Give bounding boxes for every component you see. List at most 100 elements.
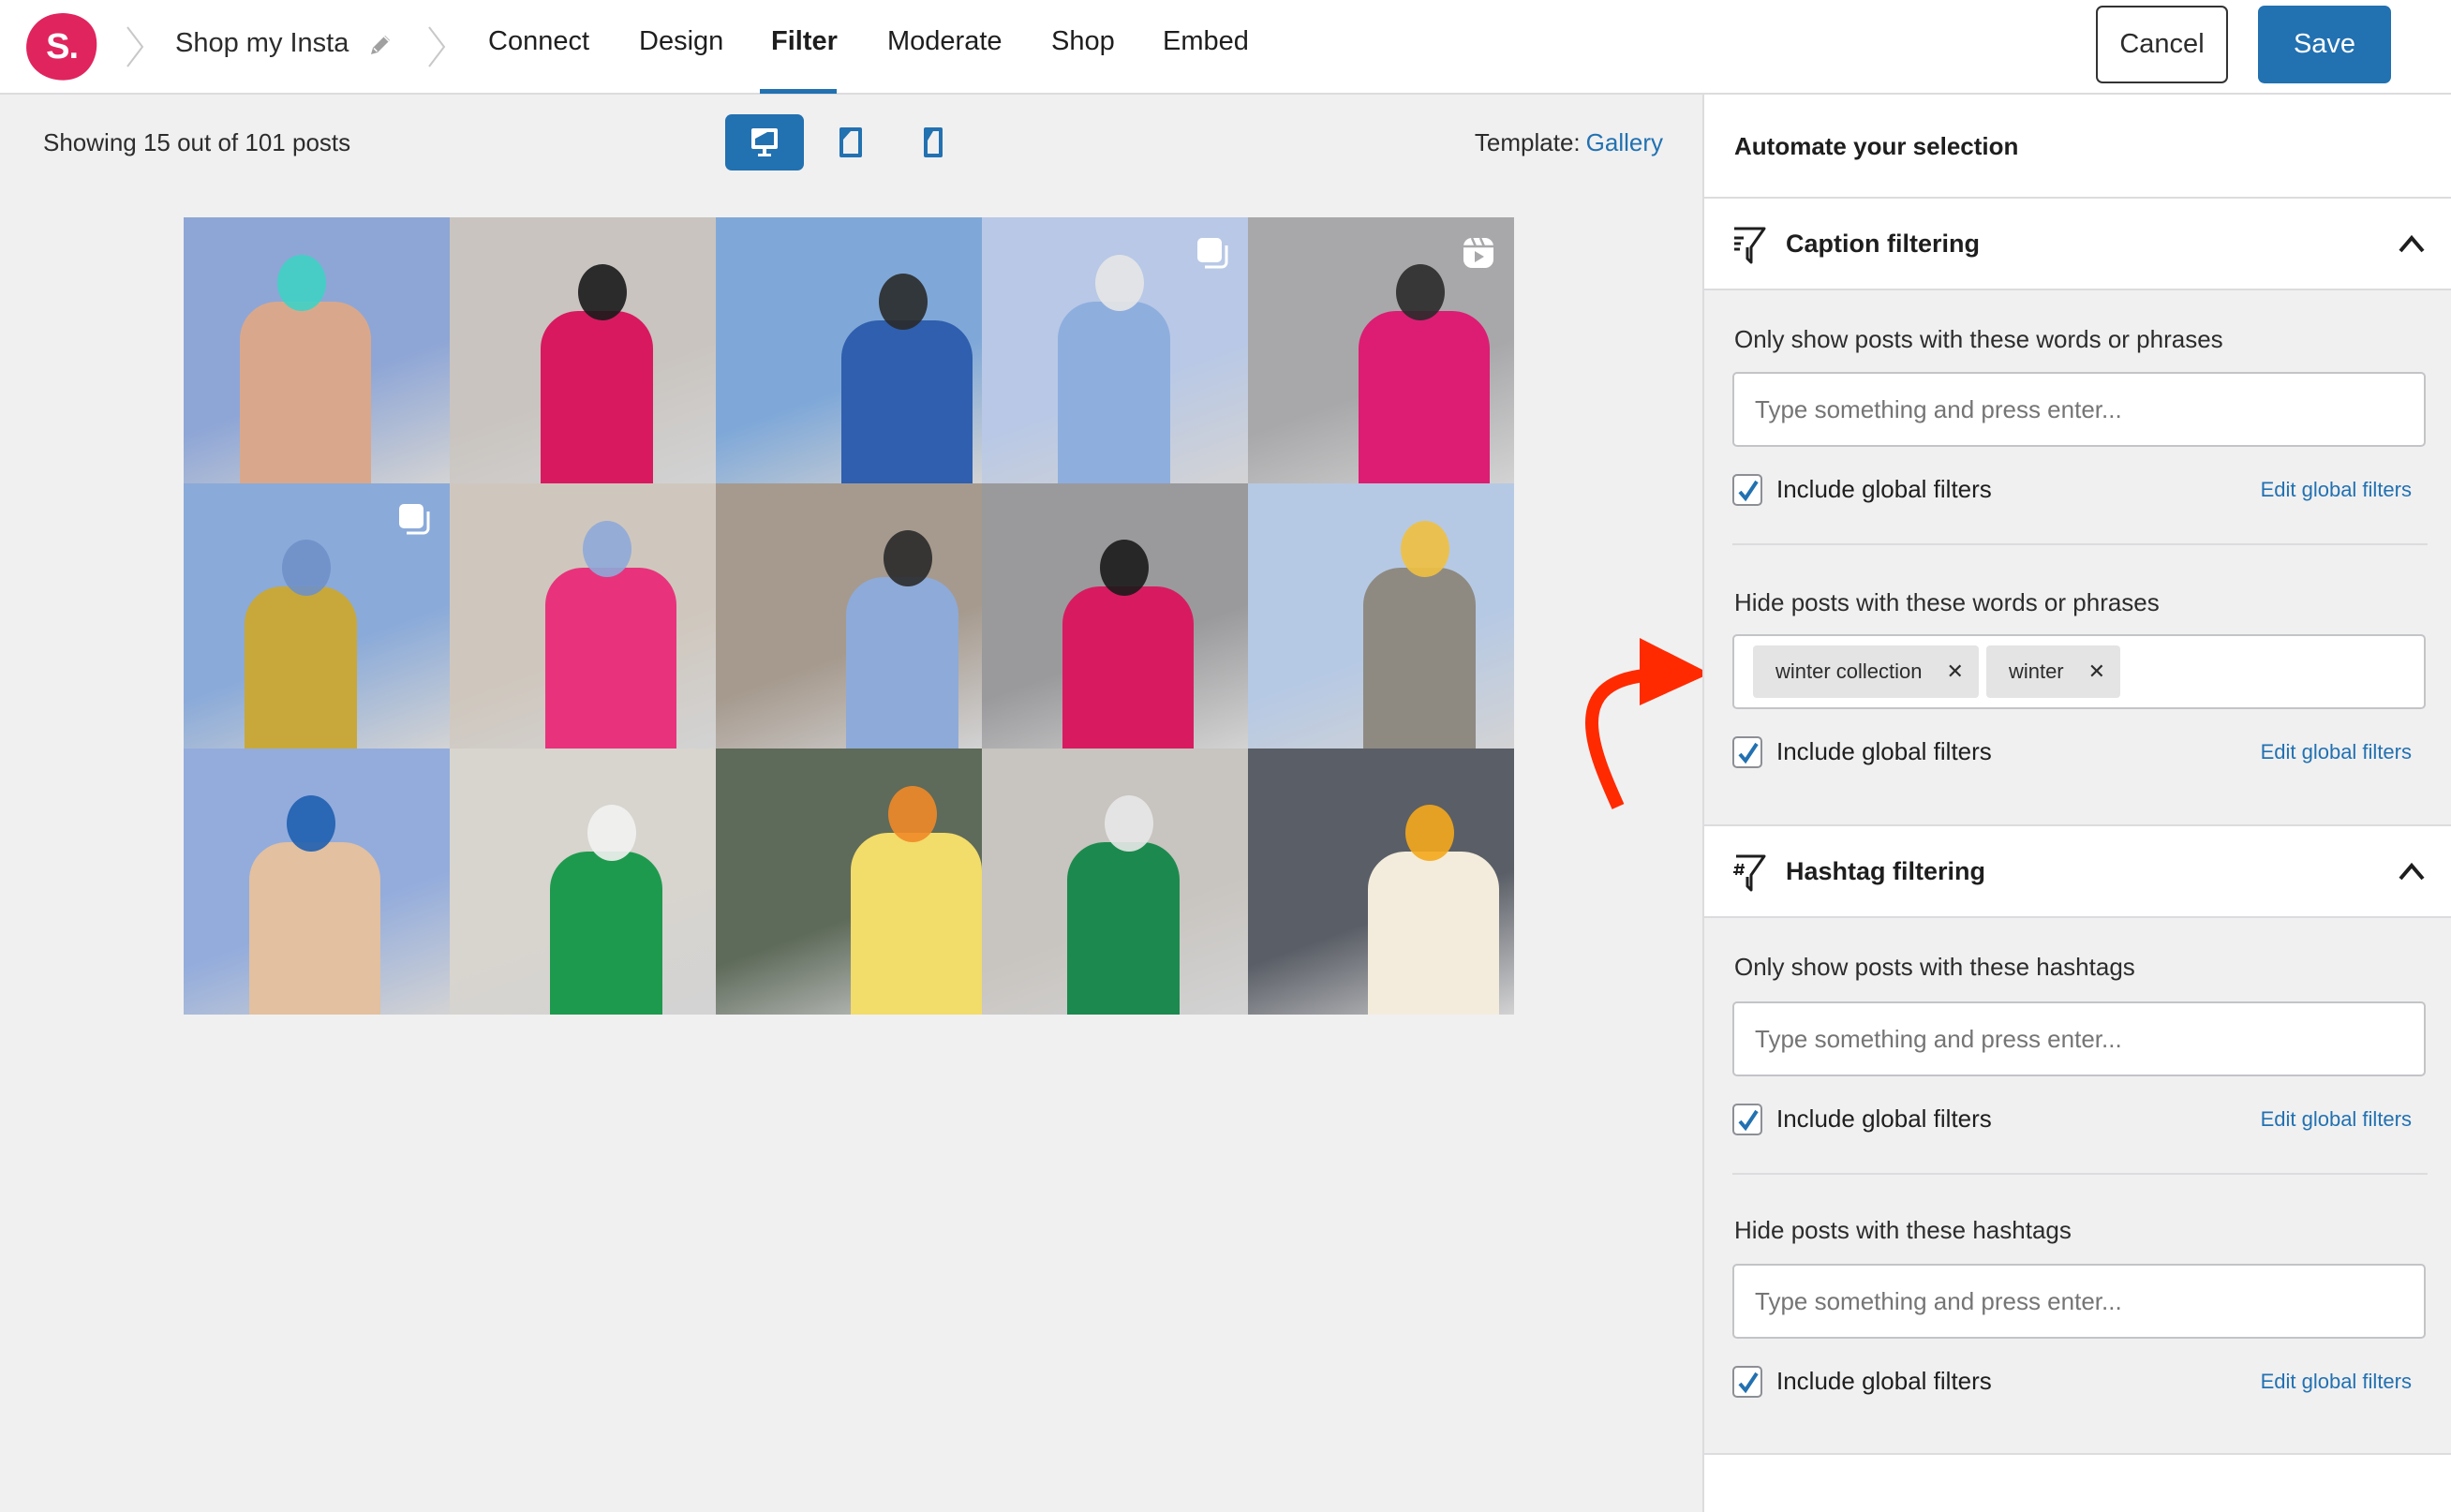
nav-tab-moderate[interactable]: Moderate [887, 26, 1003, 57]
post-photo-detail [1100, 539, 1149, 596]
post-tile[interactable] [716, 749, 982, 1015]
carousel-icon [1194, 234, 1231, 272]
post-tile[interactable] [184, 482, 450, 749]
remove-tag-icon[interactable]: ✕ [2088, 660, 2105, 684]
post-photo [1368, 852, 1499, 1015]
post-tile[interactable] [982, 482, 1248, 749]
remove-tag-icon[interactable]: ✕ [1947, 660, 1964, 684]
post-photo [1058, 302, 1170, 483]
post-tile[interactable] [450, 482, 716, 749]
edit-global-filters-link[interactable]: Edit global filters [2261, 740, 2412, 764]
post-photo-detail [587, 805, 636, 862]
post-tile[interactable] [450, 749, 716, 1015]
edit-pencil-icon[interactable] [365, 30, 395, 60]
tag-chip: winter collection ✕ [1753, 645, 1979, 698]
post-tile[interactable] [1248, 217, 1514, 483]
post-tile[interactable] [716, 482, 982, 749]
divider [1732, 543, 2428, 545]
nav-tab-design[interactable]: Design [639, 26, 723, 57]
include-global-checkbox[interactable] [1732, 1366, 1762, 1398]
post-tile[interactable] [184, 217, 450, 483]
checkbox-label: Include global filters [1776, 475, 1992, 503]
include-global-row: Include global filters Edit global filte… [1732, 1104, 2426, 1135]
edit-global-filters-link[interactable]: Edit global filters [2261, 1370, 2412, 1394]
chevron-up-icon[interactable] [2397, 230, 2427, 257]
post-photo-detail [884, 529, 932, 586]
hashtag-include-input[interactable] [1732, 1001, 2426, 1076]
template-label: Template: [1474, 128, 1581, 156]
nav-tab-shop[interactable]: Shop [1051, 26, 1115, 57]
nav-tab-filter[interactable]: Filter [771, 26, 838, 57]
checkbox-label: Include global filters [1776, 1104, 1992, 1133]
post-photo [541, 311, 653, 483]
post-photo-detail [879, 274, 928, 330]
post-tile[interactable] [1248, 749, 1514, 1015]
post-photo-detail [1396, 264, 1445, 320]
cancel-button[interactable]: Cancel [2096, 6, 2228, 83]
caption-exclude-input[interactable]: winter collection ✕ winter ✕ [1732, 634, 2426, 709]
caption-filtering-body: Only show posts with these words or phra… [1704, 290, 2451, 824]
include-global-row: Include global filters Edit global filte… [1732, 1366, 2426, 1398]
post-photo [545, 567, 676, 749]
post-tile[interactable] [1248, 482, 1514, 749]
hashtag-filtering-body: Only show posts with these hashtags Incl… [1704, 918, 2451, 1455]
post-photo [1067, 842, 1180, 1015]
post-photo [1062, 586, 1194, 749]
post-photo-detail [583, 520, 631, 577]
post-tile[interactable] [716, 217, 982, 483]
app-logo[interactable]: S. [20, 6, 104, 88]
post-tile[interactable] [982, 749, 1248, 1015]
post-photo-detail [888, 786, 937, 843]
post-tile[interactable] [450, 217, 716, 483]
post-photo [846, 576, 958, 749]
post-photo-detail [287, 795, 335, 852]
phone-icon [924, 127, 943, 157]
checkbox-label: Include global filters [1776, 1367, 1992, 1395]
tag-label: winter [2008, 660, 2064, 683]
include-global-checkbox[interactable] [1732, 474, 1762, 506]
divider [1732, 1173, 2428, 1175]
post-photo [1359, 311, 1490, 483]
reel-icon [1460, 234, 1497, 272]
post-tile[interactable] [184, 749, 450, 1015]
nav-tab-connect[interactable]: Connect [488, 26, 589, 57]
preview-area: Showing 15 out of 101 posts Template: Gal… [0, 95, 1710, 1512]
hashtag-filtering-header[interactable]: Hashtag filtering [1704, 824, 2451, 918]
include-global-checkbox[interactable] [1732, 1104, 1762, 1135]
edit-global-filters-link[interactable]: Edit global filters [2261, 478, 2412, 502]
active-tab-indicator [760, 89, 837, 94]
desktop-icon [751, 128, 778, 156]
include-global-row: Include global filters Edit global filte… [1732, 736, 2426, 768]
filter-sidebar: Automate your selection Caption filterin… [1702, 95, 2451, 1512]
caption-filtering-header[interactable]: Caption filtering [1704, 197, 2451, 290]
post-photo [240, 302, 371, 483]
post-photo-detail [277, 255, 326, 311]
field-label: Hide posts with these words or phrases [1734, 588, 2160, 616]
post-photo [550, 852, 662, 1015]
carousel-icon [395, 500, 433, 538]
feed-name[interactable]: Shop my Insta [175, 28, 349, 59]
checkmark-icon [1738, 480, 1759, 502]
device-phone-button[interactable] [914, 114, 952, 170]
caption-include-input[interactable] [1732, 372, 2426, 447]
device-tablet-button[interactable] [824, 114, 877, 170]
field-label: Only show posts with these words or phra… [1734, 325, 2223, 353]
checkmark-icon [1738, 1109, 1759, 1132]
device-desktop-button[interactable] [725, 114, 804, 170]
template-info: Template: Gallery [1475, 128, 1663, 157]
chevron-up-icon[interactable] [2397, 858, 2427, 884]
template-link[interactable]: Gallery [1586, 128, 1663, 156]
include-global-checkbox[interactable] [1732, 736, 1762, 768]
post-tile[interactable] [982, 217, 1248, 483]
save-button[interactable]: Save [2258, 6, 2391, 83]
top-bar: S. Shop my Insta Connect Design Filter M… [0, 0, 2451, 95]
section-title: Hashtag filtering [1786, 857, 1986, 885]
field-label: Hide posts with these hashtags [1734, 1216, 2072, 1244]
breadcrumb-chevron-icon [426, 24, 447, 69]
nav-tab-embed[interactable]: Embed [1163, 26, 1249, 57]
hashtag-exclude-input[interactable] [1732, 1264, 2426, 1339]
post-photo-detail [1405, 805, 1454, 862]
hashtag-filter-icon [1733, 854, 1766, 892]
edit-global-filters-link[interactable]: Edit global filters [2261, 1107, 2412, 1132]
post-grid [184, 217, 1514, 1015]
